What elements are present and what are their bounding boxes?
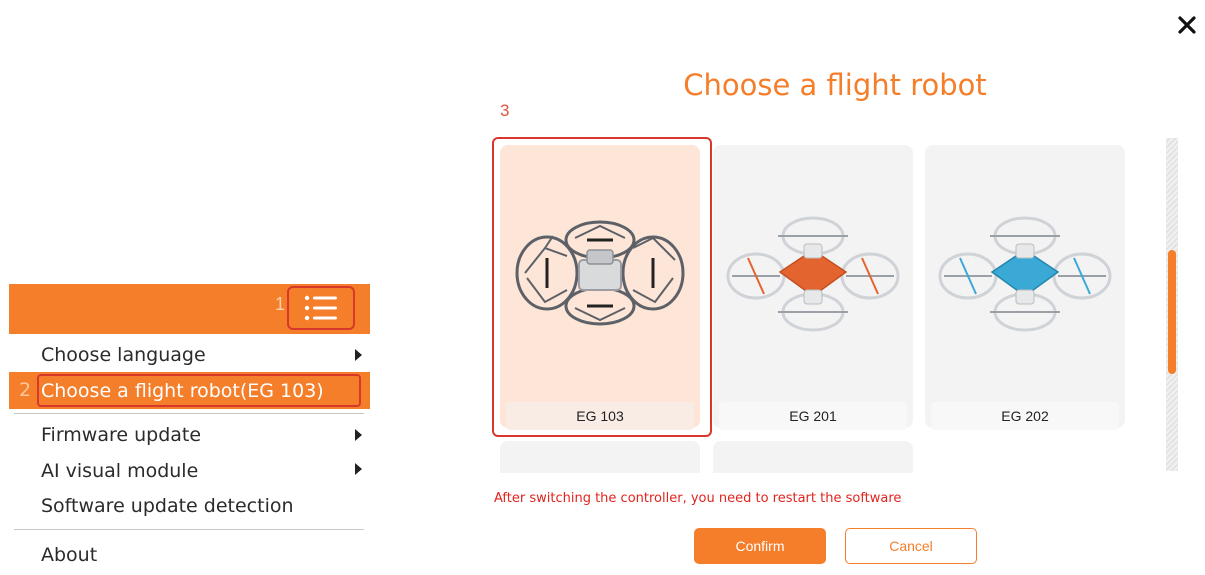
- submenu-arrow-icon: [355, 349, 362, 361]
- robot-card-partial[interactable]: [713, 441, 913, 473]
- menu-header-bar: 1: [9, 284, 370, 334]
- submenu-arrow-icon: [355, 429, 362, 441]
- step-marker-2: 2: [19, 379, 32, 401]
- close-button[interactable]: [1170, 8, 1204, 42]
- restart-warning: After switching the controller, you need…: [494, 491, 902, 506]
- submenu-arrow-icon: [355, 463, 362, 475]
- confirm-button[interactable]: Confirm: [694, 528, 826, 564]
- close-icon: [1178, 16, 1196, 34]
- list-menu-icon: [304, 295, 337, 321]
- menu-toggle-button[interactable]: [287, 286, 355, 330]
- menu-item-label: Choose a flight robot(EG 103): [41, 379, 324, 402]
- step-marker-1: 1: [275, 294, 286, 314]
- menu-item-choose-language[interactable]: Choose language: [9, 338, 370, 372]
- robot-label: EG 103: [506, 402, 694, 430]
- page-title: Choose a flight robot: [683, 68, 987, 102]
- robot-grid: EG 103 EG 201 EG 202: [492, 137, 1142, 473]
- menu-item-label: Choose language: [41, 344, 206, 366]
- menu-item-label: Firmware update: [41, 424, 202, 446]
- robot-card-partial[interactable]: [500, 441, 700, 473]
- menu-item-about[interactable]: About: [9, 538, 370, 572]
- robot-card-eg202[interactable]: EG 202: [925, 145, 1125, 430]
- menu-item-label: Software update detection: [41, 495, 294, 517]
- menu-item-firmware-update[interactable]: Firmware update: [9, 418, 370, 452]
- drone-eg202-icon: [925, 163, 1125, 383]
- drone-eg103-icon: [500, 163, 700, 383]
- menu-item-label: About: [41, 544, 98, 566]
- robot-card-eg201[interactable]: EG 201: [713, 145, 913, 430]
- menu-item-label: AI visual module: [41, 459, 199, 482]
- scrollbar-track[interactable]: [1166, 138, 1178, 471]
- scrollbar-thumb[interactable]: [1168, 250, 1176, 374]
- robot-label: EG 202: [931, 402, 1119, 430]
- menu-item-ai-visual-module[interactable]: AI visual module: [9, 452, 370, 489]
- cancel-button[interactable]: Cancel: [845, 528, 977, 564]
- drone-eg201-icon: [713, 163, 913, 383]
- menu-item-choose-flight-robot[interactable]: 2 Choose a flight robot(EG 103): [9, 372, 370, 409]
- menu-item-software-update-detection[interactable]: Software update detection: [9, 489, 370, 523]
- step-marker-3: 3: [500, 101, 510, 120]
- robot-label: EG 201: [719, 402, 907, 430]
- dropdown-menu: Choose language 2 Choose a flight robot(…: [9, 338, 370, 572]
- robot-card-eg103[interactable]: EG 103: [500, 145, 700, 430]
